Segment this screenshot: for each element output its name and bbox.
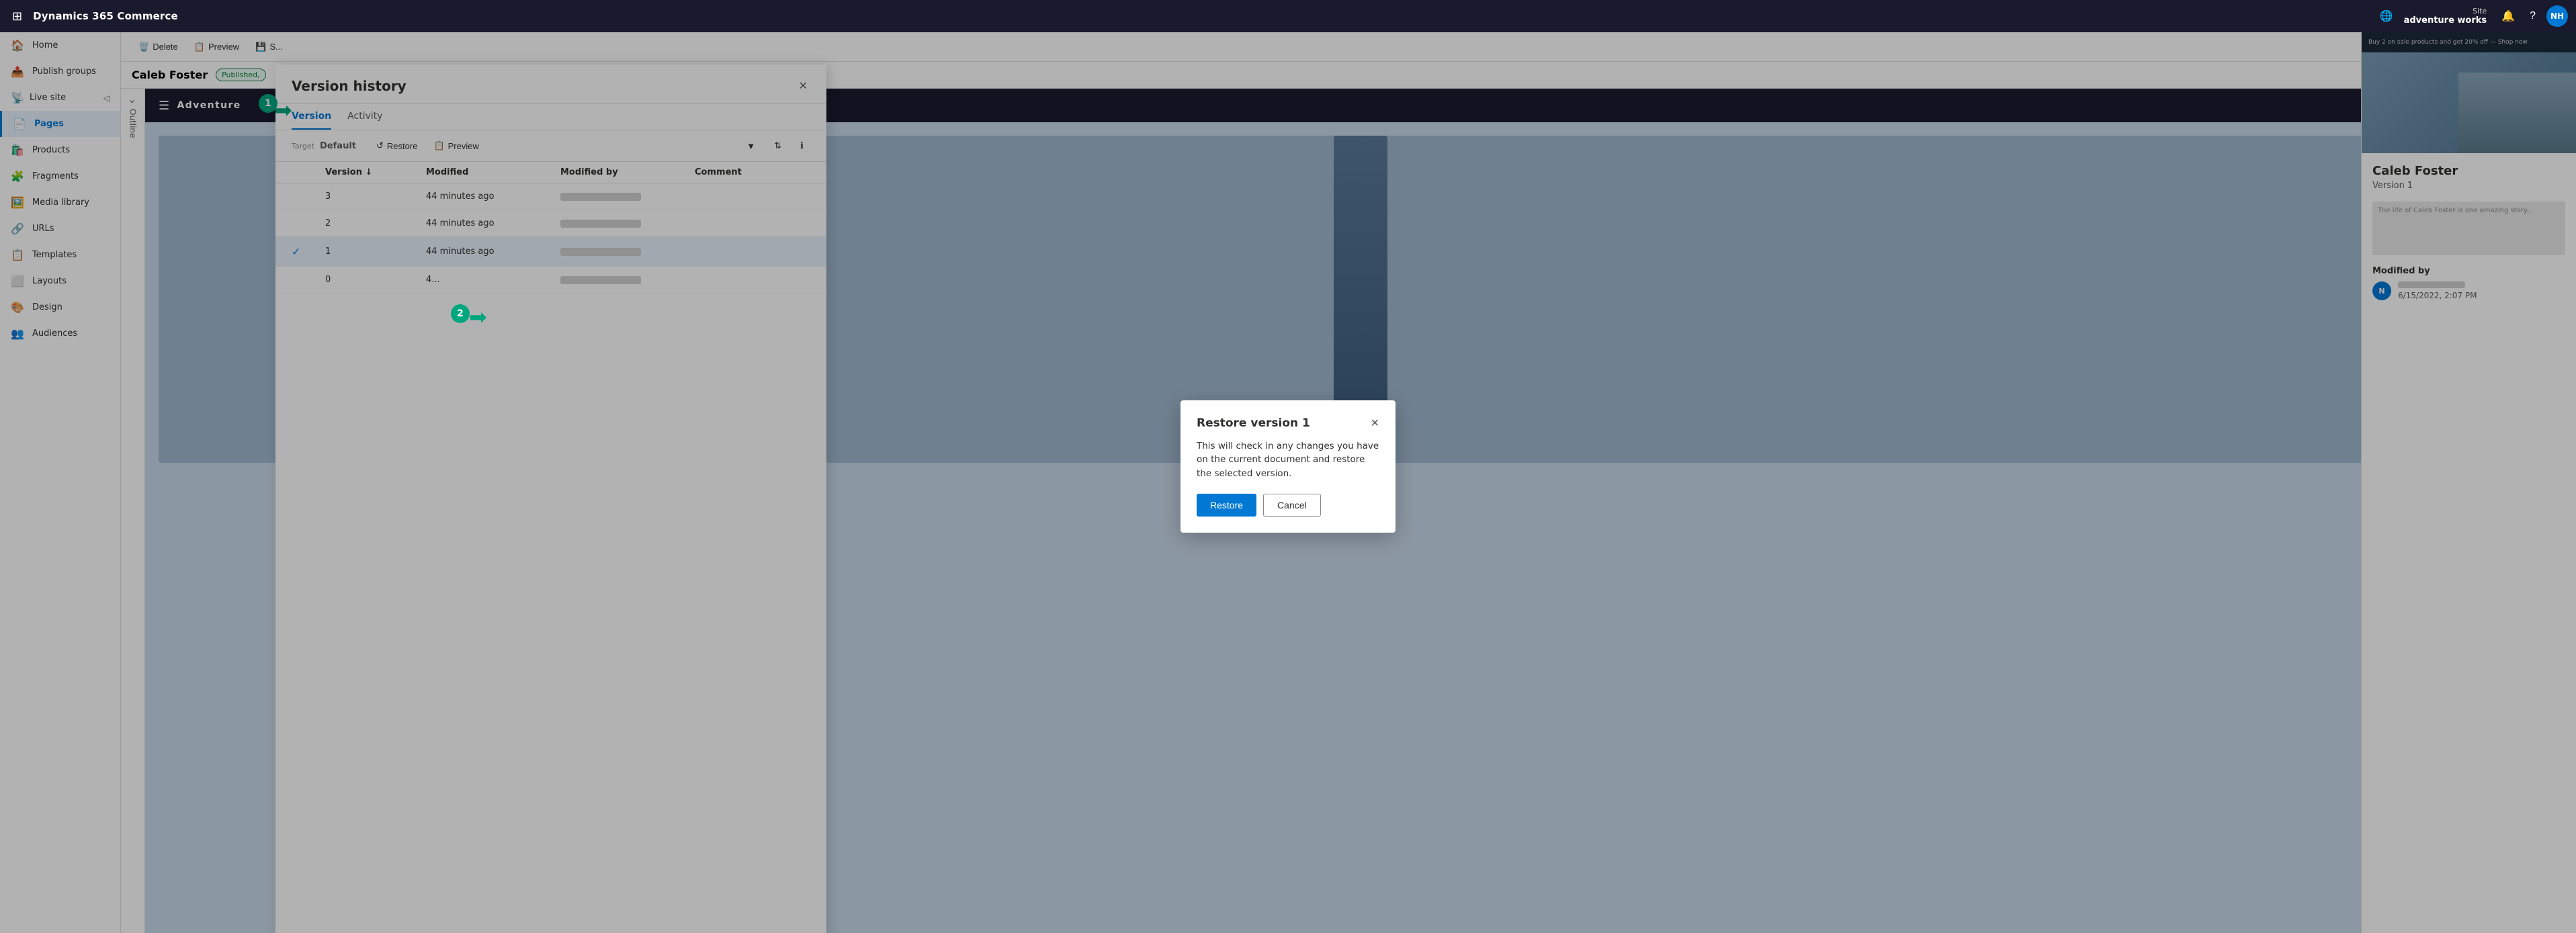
modal-overlay[interactable]: Restore version 1 ✕ This will check in a… [0, 0, 2576, 933]
modal-title-text: Restore version 1 [1197, 416, 1310, 430]
restore-modal: Restore version 1 ✕ This will check in a… [1180, 400, 1396, 533]
topbar-right: 🌐 Site adventure works 🔔 ? NH [2376, 5, 2568, 27]
topbar-site: Site adventure works [2404, 7, 2487, 26]
restore-confirm-button[interactable]: Restore [1197, 494, 1256, 517]
modal-close-button[interactable]: ✕ [1371, 416, 1379, 430]
site-label: Site [2473, 7, 2487, 15]
globe-button[interactable]: 🌐 [2376, 5, 2397, 27]
waffle-icon[interactable]: ⊞ [8, 5, 26, 28]
site-name: adventure works [2404, 15, 2487, 26]
avatar[interactable]: NH [2546, 5, 2568, 27]
modal-title: Restore version 1 ✕ [1197, 416, 1379, 430]
help-button[interactable]: ? [2526, 6, 2540, 26]
modal-actions: Restore Cancel [1197, 494, 1379, 517]
app-title: Dynamics 365 Commerce [33, 10, 178, 22]
annotation-arrow-2: ➡ [469, 304, 487, 330]
bell-button[interactable]: 🔔 [2497, 5, 2519, 27]
topbar: ⊞ Dynamics 365 Commerce 🌐 Site adventure… [0, 0, 2576, 32]
annotation-badge-2: 2 [451, 304, 470, 323]
modal-body: This will check in any changes you have … [1197, 439, 1379, 480]
cancel-button[interactable]: Cancel [1263, 494, 1321, 517]
